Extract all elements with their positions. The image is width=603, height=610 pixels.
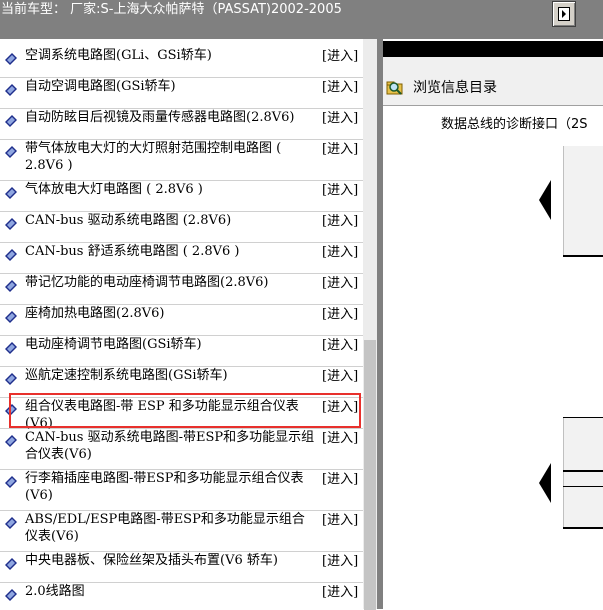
list-item-label[interactable]: 气体放电大灯电路图 ( 2.8V6 ) <box>25 181 317 198</box>
list-item[interactable]: 自动防眩目后视镜及雨量传感器电路图(2.8V6) [进入] <box>0 109 363 140</box>
connector-arrow-icon <box>539 463 551 503</box>
diagram-wire <box>563 470 603 472</box>
book-icon <box>5 84 17 96</box>
list-item-label[interactable]: 空调系统电路图(GLi、GSi轿车) <box>25 47 317 64</box>
enter-link[interactable]: [进入] <box>322 107 358 126</box>
book-icon <box>5 589 17 601</box>
enter-link[interactable]: [进入] <box>322 468 358 487</box>
list-item-label[interactable]: 座椅加热电路图(2.8V6) <box>25 305 317 322</box>
enter-link[interactable]: [进入] <box>322 210 358 229</box>
enter-link[interactable]: [进入] <box>322 303 358 322</box>
list-item-label[interactable]: 电动座椅调节电路图(GSi轿车) <box>25 336 317 353</box>
list-item-label[interactable]: 2.0线路图 <box>25 583 317 600</box>
list-scrollbar-thumb[interactable] <box>364 340 376 610</box>
top-bar: 当前车型： 厂家:S-上海大众帕萨特（PASSAT)2002-2005 <box>0 0 603 39</box>
list-item-label[interactable]: 自动防眩目后视镜及雨量传感器电路图(2.8V6) <box>25 109 317 126</box>
book-icon <box>5 280 17 292</box>
page-forward-button[interactable] <box>552 1 576 27</box>
diagram-wire <box>563 486 603 487</box>
enter-link[interactable]: [进入] <box>322 272 358 291</box>
enter-link[interactable]: [进入] <box>322 76 358 95</box>
list-item[interactable]: 带气体放电大灯的大灯照射范围控制电路图 ( 2.8V6 ) [进入] <box>0 140 363 181</box>
list-item[interactable]: CAN-bus 驱动系统电路图-带ESP和多功能显示组合仪表(V6) [进入] <box>0 429 363 470</box>
page-forward-icon <box>558 7 570 21</box>
diagram-list: 空调系统电路图(GLi、GSi轿车) [进入] 自动空调电路图(GSi轿车) [… <box>0 39 363 609</box>
list-item-label[interactable]: 巡航定速控制系统电路图(GSi轿车) <box>25 367 317 384</box>
diagram-wire <box>563 417 603 418</box>
book-icon <box>5 311 17 323</box>
diagram-wire <box>563 255 603 257</box>
list-item-label[interactable]: CAN-bus 舒适系统电路图 ( 2.8V6 ) <box>25 243 317 260</box>
list-item[interactable]: 带记忆功能的电动座椅调节电路图(2.8V6) [进入] <box>0 274 363 305</box>
enter-link[interactable]: [进入] <box>322 241 358 260</box>
book-icon <box>5 146 17 158</box>
diagram-caption: 数据总线的诊断接口（2S <box>441 117 588 132</box>
selection-highlight-box <box>9 393 361 428</box>
list-item[interactable]: 电动座椅调节电路图(GSi轿车) [进入] <box>0 336 363 367</box>
enter-link[interactable]: [进入] <box>322 509 358 528</box>
viewer-title-bar <box>383 41 603 57</box>
list-item[interactable]: ABS/EDL/ESP电路图-带ESP和多功能显示组合仪表(V6) [进入] <box>0 511 363 552</box>
book-icon <box>5 517 17 529</box>
list-item[interactable]: 中央电器板、保险丝架及插头布置(V6 轿车) [进入] <box>0 552 363 583</box>
diagram-wire <box>563 527 603 529</box>
list-item-label[interactable]: 行李箱插座电路图-带ESP和多功能显示组合仪表(V6) <box>25 470 317 504</box>
list-item[interactable]: 行李箱插座电路图-带ESP和多功能显示组合仪表(V6) [进入] <box>0 470 363 511</box>
list-item-label[interactable]: 带气体放电大灯的大灯照射范围控制电路图 ( 2.8V6 ) <box>25 140 317 174</box>
book-icon <box>5 373 17 385</box>
enter-link[interactable]: [进入] <box>322 365 358 384</box>
list-item[interactable]: 空调系统电路图(GLi、GSi轿车) [进入] <box>0 47 363 78</box>
connector-arrow-icon <box>539 180 551 220</box>
list-item-label[interactable]: 自动空调电路图(GSi轿车) <box>25 78 317 95</box>
viewer-toolbar: 浏览信息目录 <box>383 57 603 106</box>
list-item[interactable]: CAN-bus 舒适系统电路图 ( 2.8V6 ) [进入] <box>0 243 363 274</box>
list-item-label[interactable]: 中央电器板、保险丝架及插头布置(V6 轿车) <box>25 552 317 569</box>
book-icon <box>5 187 17 199</box>
list-item[interactable]: 2.0线路图 [进入] <box>0 583 363 609</box>
enter-link[interactable]: [进入] <box>322 581 358 600</box>
diagram-component <box>563 417 603 527</box>
list-item[interactable]: 座椅加热电路图(2.8V6) [进入] <box>0 305 363 336</box>
enter-link[interactable]: [进入] <box>322 550 358 569</box>
list-item-label[interactable]: ABS/EDL/ESP电路图-带ESP和多功能显示组合仪表(V6) <box>25 511 317 545</box>
book-icon <box>5 435 17 447</box>
current-model-title: 当前车型： 厂家:S-上海大众帕萨特（PASSAT)2002-2005 <box>1 2 342 17</box>
book-icon <box>5 218 17 230</box>
list-item-label[interactable]: 带记忆功能的电动座椅调节电路图(2.8V6) <box>25 274 317 291</box>
book-icon <box>5 476 17 488</box>
list-item[interactable]: 气体放电大灯电路图 ( 2.8V6 ) [进入] <box>0 181 363 212</box>
book-icon <box>5 115 17 127</box>
book-icon <box>5 342 17 354</box>
diagram-viewer: 浏览信息目录 数据总线的诊断接口（2S <box>383 39 603 609</box>
book-icon <box>5 558 17 570</box>
list-item-label[interactable]: CAN-bus 驱动系统电路图-带ESP和多功能显示组合仪表(V6) <box>25 429 317 463</box>
enter-link[interactable]: [进入] <box>322 138 358 157</box>
list-item-label[interactable]: CAN-bus 驱动系统电路图 (2.8V6) <box>25 212 317 229</box>
enter-link[interactable]: [进入] <box>322 45 358 64</box>
book-icon <box>5 249 17 261</box>
list-item[interactable]: CAN-bus 驱动系统电路图 (2.8V6) [进入] <box>0 212 363 243</box>
list-item[interactable]: 自动空调电路图(GSi轿车) [进入] <box>0 78 363 109</box>
enter-link[interactable]: [进入] <box>322 427 358 446</box>
magnifier-folder-icon[interactable] <box>386 78 404 96</box>
enter-link[interactable]: [进入] <box>322 179 358 198</box>
book-icon <box>5 53 17 65</box>
diagram-component <box>563 146 603 256</box>
browse-catalog-link[interactable]: 浏览信息目录 <box>413 77 497 97</box>
enter-link[interactable]: [进入] <box>322 334 358 353</box>
